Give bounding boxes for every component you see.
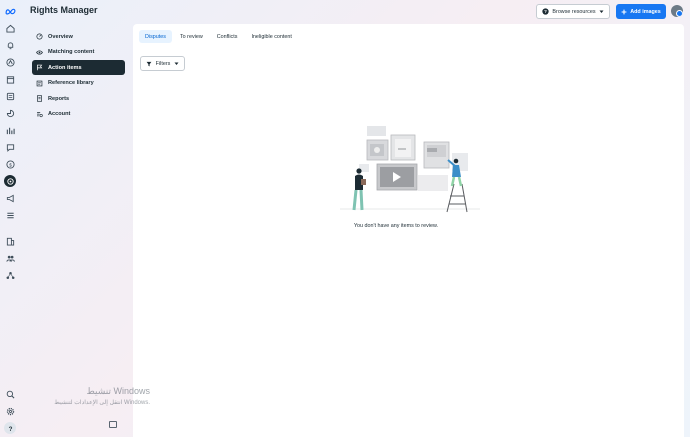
building-icon[interactable]: [4, 235, 16, 247]
nav-item-account[interactable]: Account: [32, 107, 125, 122]
help-icon[interactable]: ?: [4, 422, 16, 434]
nav-label-reports: Reports: [48, 95, 70, 102]
bell-icon[interactable]: [4, 39, 16, 51]
tab-ineligible-content[interactable]: Ineligible content: [245, 30, 297, 43]
watermark-title: تنشيط Windows: [86, 386, 150, 396]
plus-icon: [621, 9, 627, 14]
nav-item-reports[interactable]: Reports: [32, 91, 125, 106]
flag-icon: [37, 64, 43, 71]
meta-logo-icon[interactable]: [4, 5, 16, 17]
home-icon[interactable]: [4, 22, 16, 34]
nav-label-reference-library: Reference library: [48, 80, 94, 87]
help-circle-icon: ?: [542, 8, 550, 15]
nav-label-overview: Overview: [48, 33, 73, 40]
windows-activation-watermark: تنشيط Windows انتقل إلى الإعدادات لتنشيط…: [35, 386, 150, 406]
pages-icon[interactable]: [4, 90, 16, 102]
nav-label-matching-content: Matching content: [48, 49, 95, 56]
nav-item-matching-content[interactable]: Matching content: [32, 45, 125, 60]
svg-text:$: $: [9, 162, 12, 168]
add-images-label: Add images: [630, 8, 661, 15]
library-icon: [36, 80, 43, 87]
avatar[interactable]: [671, 5, 683, 17]
browse-resources-label: Browse resources: [552, 8, 596, 15]
account-icon: [37, 112, 43, 118]
chart-icon[interactable]: [4, 124, 16, 136]
nav-item-overview[interactable]: Overview: [32, 29, 125, 44]
network-icon[interactable]: [4, 269, 16, 281]
tab-bar: Disputes To review Conflicts Ineligible …: [139, 30, 298, 43]
tab-disputes[interactable]: Disputes: [139, 30, 172, 43]
menu-icon[interactable]: [4, 209, 16, 221]
add-images-button[interactable]: Add images: [616, 4, 666, 19]
svg-text:?: ?: [545, 9, 548, 14]
insights-icon[interactable]: [4, 107, 16, 119]
caret-down-icon: [599, 10, 604, 13]
calendar-icon[interactable]: [4, 73, 16, 85]
watermark-subtitle: انتقل إلى الإعدادات لتنشيط Windows.: [54, 400, 150, 406]
empty-state-message: You don't have any items to review.: [353, 223, 439, 229]
people-icon[interactable]: [4, 252, 16, 264]
megaphone-icon[interactable]: [4, 192, 16, 204]
rights-manager-icon[interactable]: [4, 175, 16, 187]
nav-label-account: Account: [48, 111, 71, 118]
empty-state-illustration: [340, 126, 480, 213]
search-icon[interactable]: [4, 388, 16, 400]
filters-button[interactable]: Filters: [140, 56, 185, 71]
filter-icon: [146, 61, 152, 66]
main-panel: Disputes To review Conflicts Ineligible …: [133, 24, 684, 437]
svg-text:?: ?: [8, 425, 12, 432]
tab-conflicts[interactable]: Conflicts: [211, 30, 244, 43]
report-icon: [37, 95, 42, 103]
caret-down-icon: [174, 62, 179, 65]
nav-item-action-items[interactable]: Action items: [32, 60, 125, 76]
side-nav: Overview Matching content Action items R…: [32, 29, 125, 123]
keyboard-icon: [109, 421, 117, 428]
nav-label-action-items: Action items: [48, 64, 82, 71]
nav-item-reference-library[interactable]: Reference library: [32, 76, 125, 91]
filters-label: Filters: [155, 60, 171, 67]
gear-icon[interactable]: [4, 405, 16, 417]
browse-resources-button[interactable]: ? Browse resources: [536, 4, 610, 19]
tab-to-review[interactable]: To review: [174, 30, 209, 43]
eye-icon: [36, 50, 43, 55]
app-title: Rights Manager: [30, 5, 98, 15]
dollar-icon[interactable]: $: [4, 158, 16, 170]
overview-icon: [36, 33, 43, 40]
profile-icon[interactable]: [4, 56, 16, 68]
top-header: Rights Manager ? Browse resources Add im…: [0, 0, 690, 24]
chat-icon[interactable]: [4, 141, 16, 153]
icon-rail: $ ?: [0, 0, 20, 437]
